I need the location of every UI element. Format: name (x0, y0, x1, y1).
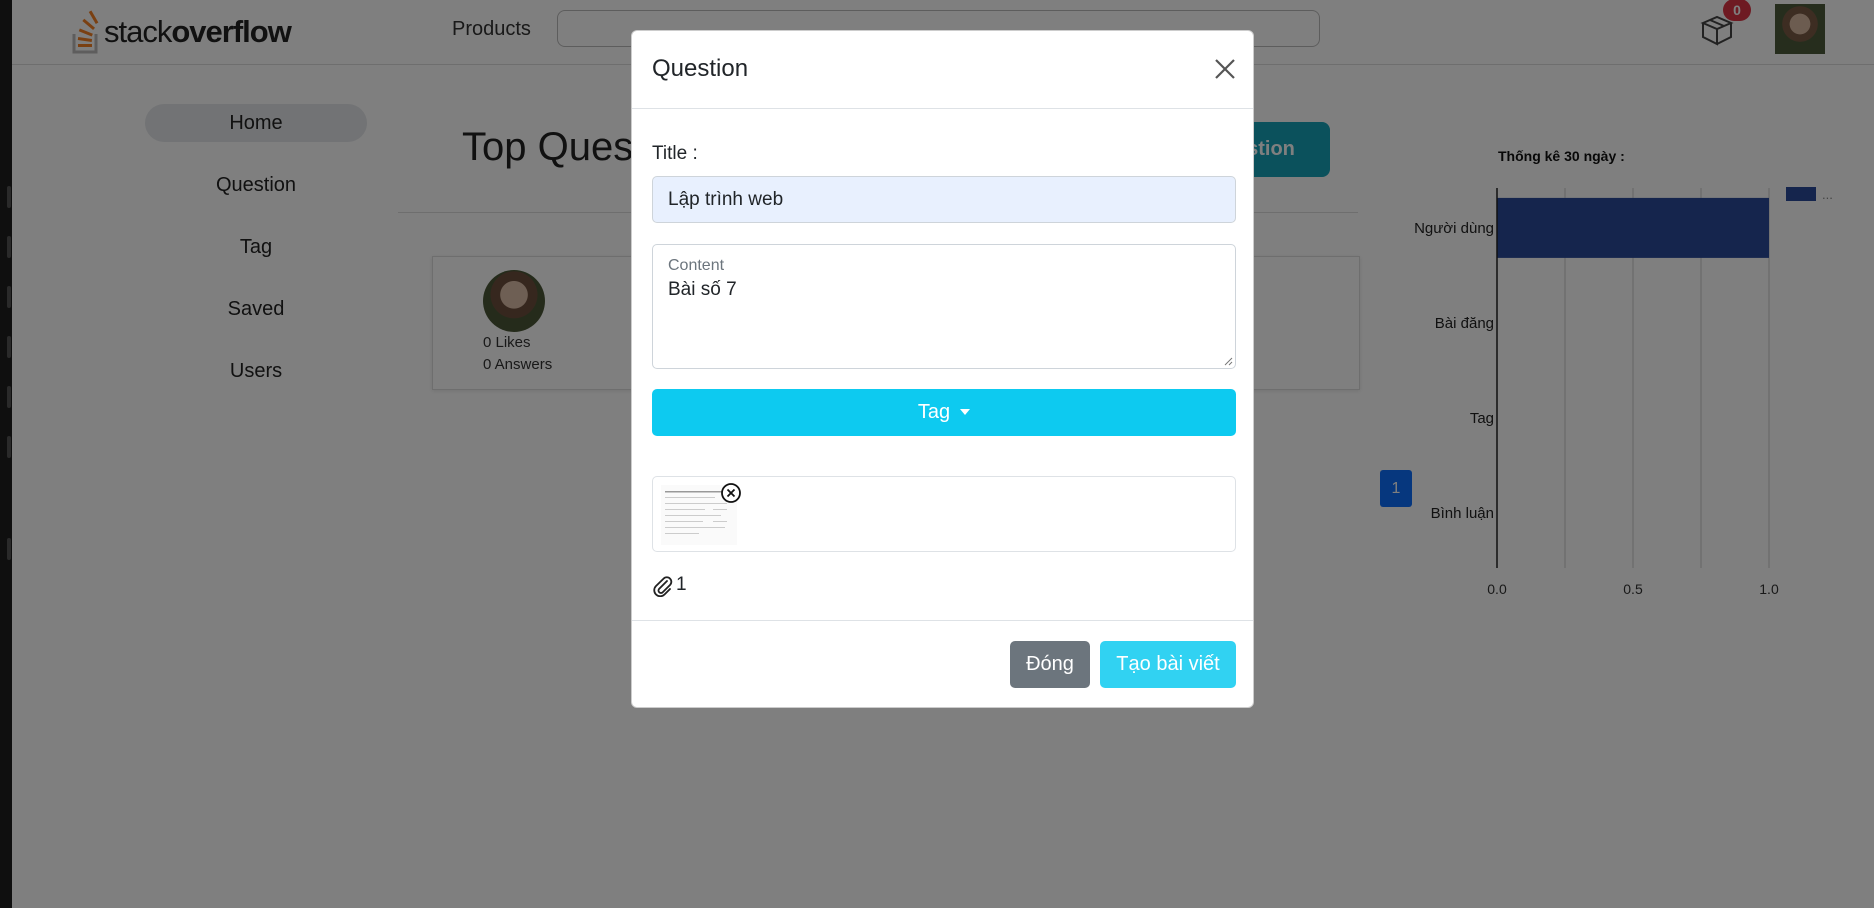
content-value: Bài số 7 (668, 279, 737, 300)
content-placeholder: Content (668, 257, 725, 274)
attachment-count: 1 (676, 574, 687, 595)
title-label: Title : (652, 143, 698, 164)
resize-handle-icon[interactable] (1223, 356, 1233, 366)
remove-attachment-icon[interactable] (720, 482, 742, 504)
attachment-preview-box (652, 476, 1236, 552)
caret-down-icon (960, 409, 971, 415)
content-textarea[interactable]: Content Bài số 7 (652, 244, 1236, 369)
modal-footer-divider (632, 620, 1253, 621)
question-modal: Question Title : Lập trình web Content B… (631, 30, 1254, 708)
close-button[interactable]: Đóng (1010, 641, 1090, 688)
create-post-button[interactable]: Tạo bài viết (1100, 641, 1236, 688)
tag-dropdown-button[interactable]: Tag (652, 389, 1236, 436)
close-icon[interactable] (1213, 57, 1237, 81)
paperclip-icon[interactable] (652, 575, 674, 597)
modal-header: Question (632, 31, 1253, 109)
modal-title: Question (652, 55, 749, 82)
title-input[interactable]: Lập trình web (652, 176, 1236, 223)
